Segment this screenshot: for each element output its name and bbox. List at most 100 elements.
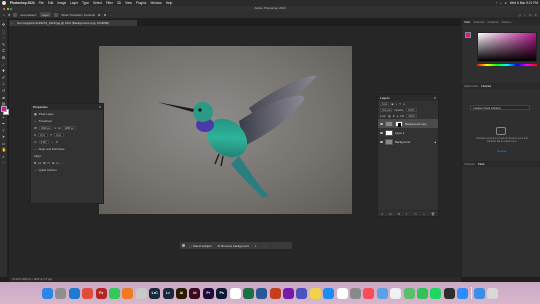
control-center-icon[interactable]: ≡ <box>505 1 507 5</box>
visibility-eye-icon[interactable] <box>380 140 383 143</box>
rectangle-icon[interactable]: ▭ <box>2 141 6 146</box>
close-window-button[interactable] <box>3 7 5 10</box>
menu-filter[interactable]: Filter <box>106 1 113 5</box>
auto-select-dropdown[interactable]: Layer <box>39 12 52 17</box>
filezilla-icon[interactable]: Fz <box>95 287 107 299</box>
home-icon[interactable]: ⌂ <box>3 13 5 17</box>
eraser-icon[interactable]: ▰ <box>2 95 6 100</box>
layer-row-layer-1[interactable]: Layer 1 <box>378 128 438 137</box>
document-tab[interactable]: × hummingbird-2139279_1920.jpg @ 33% (Ba… <box>9 20 137 26</box>
visibility-eye-icon[interactable] <box>380 122 383 125</box>
3d-mode-icon[interactable]: ◇ <box>519 13 521 17</box>
menu-plugins[interactable]: Plugins <box>136 1 146 5</box>
align-center-icon[interactable]: ⊐ <box>104 13 107 17</box>
library-dropdown[interactable]: Creative Cloud Libraries <box>470 105 530 110</box>
apple-icon[interactable] <box>2 1 6 5</box>
excel-icon[interactable] <box>242 287 254 299</box>
link-layers-icon[interactable]: ∞ <box>381 212 383 216</box>
tab-gradients[interactable]: Gradients <box>487 21 498 24</box>
flip-vertical-icon[interactable]: ⇕ <box>56 140 59 144</box>
zoom-icon[interactable] <box>457 287 469 299</box>
wifi-icon[interactable]: ◔ <box>495 1 497 5</box>
color-panel-foreground-swatch[interactable] <box>465 32 471 38</box>
height-field[interactable]: 1280 px <box>62 125 76 130</box>
frame-icon[interactable]: ⊠ <box>2 55 6 60</box>
photoshop-icon[interactable]: Ps <box>216 287 228 299</box>
clone-stamp-icon[interactable]: ⊥ <box>2 82 6 86</box>
close-tab-icon[interactable]: × <box>11 20 13 26</box>
facetime-icon[interactable] <box>417 287 428 299</box>
transform-controls-checkbox[interactable] <box>54 12 59 17</box>
menu-window[interactable]: Window <box>150 1 161 5</box>
add-mask-icon[interactable]: ◘ <box>398 212 400 216</box>
kind-filter-dropdown[interactable]: Kind <box>380 102 390 106</box>
music-icon[interactable] <box>363 287 375 299</box>
lock-all-icon[interactable]: 🔒︎ <box>397 115 398 118</box>
menu-image[interactable]: Image <box>57 1 66 5</box>
menu-layer[interactable]: Layer <box>70 1 78 5</box>
launchpad-icon[interactable] <box>55 287 67 299</box>
align-bottom-edges-icon[interactable]: ⊔ <box>56 161 58 165</box>
drag-handle-icon[interactable] <box>182 244 185 247</box>
indesign-icon[interactable]: Id <box>189 287 201 299</box>
fx-icon[interactable]: fx <box>389 212 391 216</box>
taskbar-more-button[interactable]: ··· <box>261 244 268 248</box>
powerpoint-icon[interactable] <box>269 287 281 299</box>
lock-icon[interactable]: 🔒︎ <box>435 140 437 144</box>
taskbar-extra-button[interactable]: ◐ <box>253 244 259 248</box>
align-left-icon[interactable]: ⊏ <box>98 13 101 17</box>
menu-select[interactable]: Select <box>93 1 102 5</box>
maps-icon[interactable] <box>403 287 415 299</box>
word-icon[interactable] <box>256 287 268 299</box>
onenote-icon[interactable] <box>283 287 295 299</box>
visibility-eye-icon[interactable] <box>380 131 383 134</box>
hue-slider[interactable] <box>477 64 537 66</box>
blend-mode-dropdown[interactable]: Normal <box>380 108 393 112</box>
foreground-color-swatch[interactable] <box>1 106 7 112</box>
tab-channels[interactable]: Channels <box>464 163 475 166</box>
messages-icon[interactable] <box>109 287 121 299</box>
minimize-window-button[interactable] <box>6 7 9 10</box>
align-top-edges-icon[interactable]: ⊓ <box>48 161 50 165</box>
filter-type-icon[interactable]: T <box>399 103 401 106</box>
spotify-icon[interactable] <box>430 287 442 299</box>
resume-sync-link[interactable]: Resume <box>476 150 528 153</box>
move-icon[interactable]: ✥ <box>2 23 6 27</box>
color-picker-field[interactable] <box>477 32 537 62</box>
eyedropper-icon[interactable]: ⁄ <box>2 62 6 67</box>
new-layer-icon[interactable]: + <box>423 212 425 216</box>
reminders-icon[interactable] <box>229 287 241 299</box>
align-h-centers-icon[interactable]: ⊟ <box>39 161 42 165</box>
angle-field[interactable]: 0.00° <box>38 139 49 144</box>
chrome-icon[interactable] <box>82 287 94 299</box>
link-icon[interactable]: ∞ <box>54 126 56 130</box>
tab-color[interactable]: Color <box>464 21 470 24</box>
select-subject-button[interactable]: ⬚ Select subject <box>187 244 214 248</box>
edit-toolbar-icon[interactable]: ··· <box>2 161 6 165</box>
layer-row-background[interactable]: Background 🔒︎ <box>378 137 438 146</box>
premiere-icon[interactable]: Pr <box>202 287 214 299</box>
menu-edit[interactable]: Edit <box>48 1 54 5</box>
tab-patterns[interactable]: Patterns <box>502 21 512 24</box>
menu-view[interactable]: View <box>125 1 132 5</box>
adjustment-layer-icon[interactable]: ◐ <box>406 212 408 216</box>
align-right-edges-icon[interactable]: ⊐ <box>43 161 46 165</box>
share-icon[interactable]: ⇪ <box>534 13 537 17</box>
width-field[interactable]: 1920 px <box>38 125 53 130</box>
pen-icon[interactable]: ✒ <box>2 121 6 126</box>
layer-mask-thumbnail[interactable] <box>395 120 403 127</box>
firefox-icon[interactable] <box>122 287 134 299</box>
tab-adjustments[interactable]: Adjustments <box>464 85 478 88</box>
dodge-icon[interactable]: ◒ <box>2 115 6 119</box>
lightroom-classic-icon[interactable]: LrC <box>149 287 161 299</box>
panel-menu-icon[interactable]: ≡ <box>434 96 436 100</box>
system-settings-icon[interactable] <box>350 287 362 299</box>
more-options-icon[interactable]: ··· <box>109 13 112 17</box>
brush-icon[interactable]: ✐ <box>2 75 6 80</box>
lock-pixels-icon[interactable]: ▦ <box>388 115 390 118</box>
finder-icon[interactable] <box>42 287 54 299</box>
photos-icon[interactable] <box>390 287 402 299</box>
tab-swatches[interactable]: Swatches <box>473 21 484 24</box>
downloads-icon[interactable] <box>473 287 485 299</box>
menu-3d[interactable]: 3D <box>117 1 121 5</box>
